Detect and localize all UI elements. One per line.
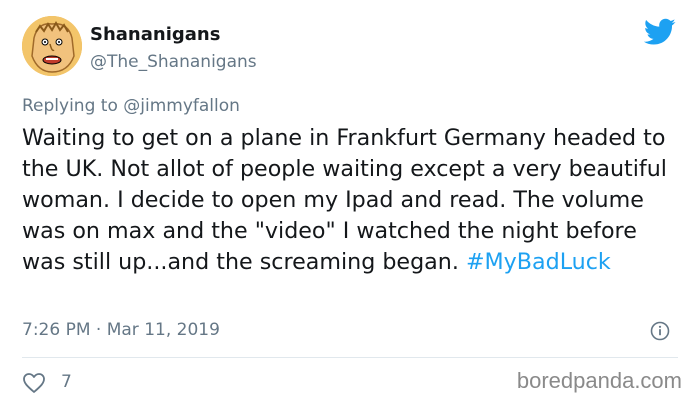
reply-mention-link[interactable]: @jimmyfallon — [123, 96, 240, 116]
watermark: boredpanda.com — [516, 368, 682, 393]
reply-prefix: Replying to — [22, 96, 124, 116]
twitter-bird-icon[interactable] — [643, 18, 676, 46]
author-name[interactable]: Shananigans — [90, 24, 220, 45]
author-handle[interactable]: @The_Shananigans — [90, 52, 257, 72]
like-count: 7 — [61, 372, 72, 392]
info-icon[interactable] — [650, 321, 670, 341]
divider — [22, 357, 678, 358]
hashtag-link[interactable]: #MyBadLuck — [466, 249, 611, 275]
tweet-timestamp[interactable]: 7:26 PM · Mar 11, 2019 — [22, 320, 220, 340]
reply-context: Replying to @jimmyfallon — [22, 96, 240, 116]
avatar-illustration — [22, 16, 82, 76]
tweet-text: Waiting to get on a plane in Frankfurt G… — [22, 123, 682, 278]
heart-icon[interactable] — [22, 372, 46, 394]
avatar[interactable] — [22, 16, 82, 76]
